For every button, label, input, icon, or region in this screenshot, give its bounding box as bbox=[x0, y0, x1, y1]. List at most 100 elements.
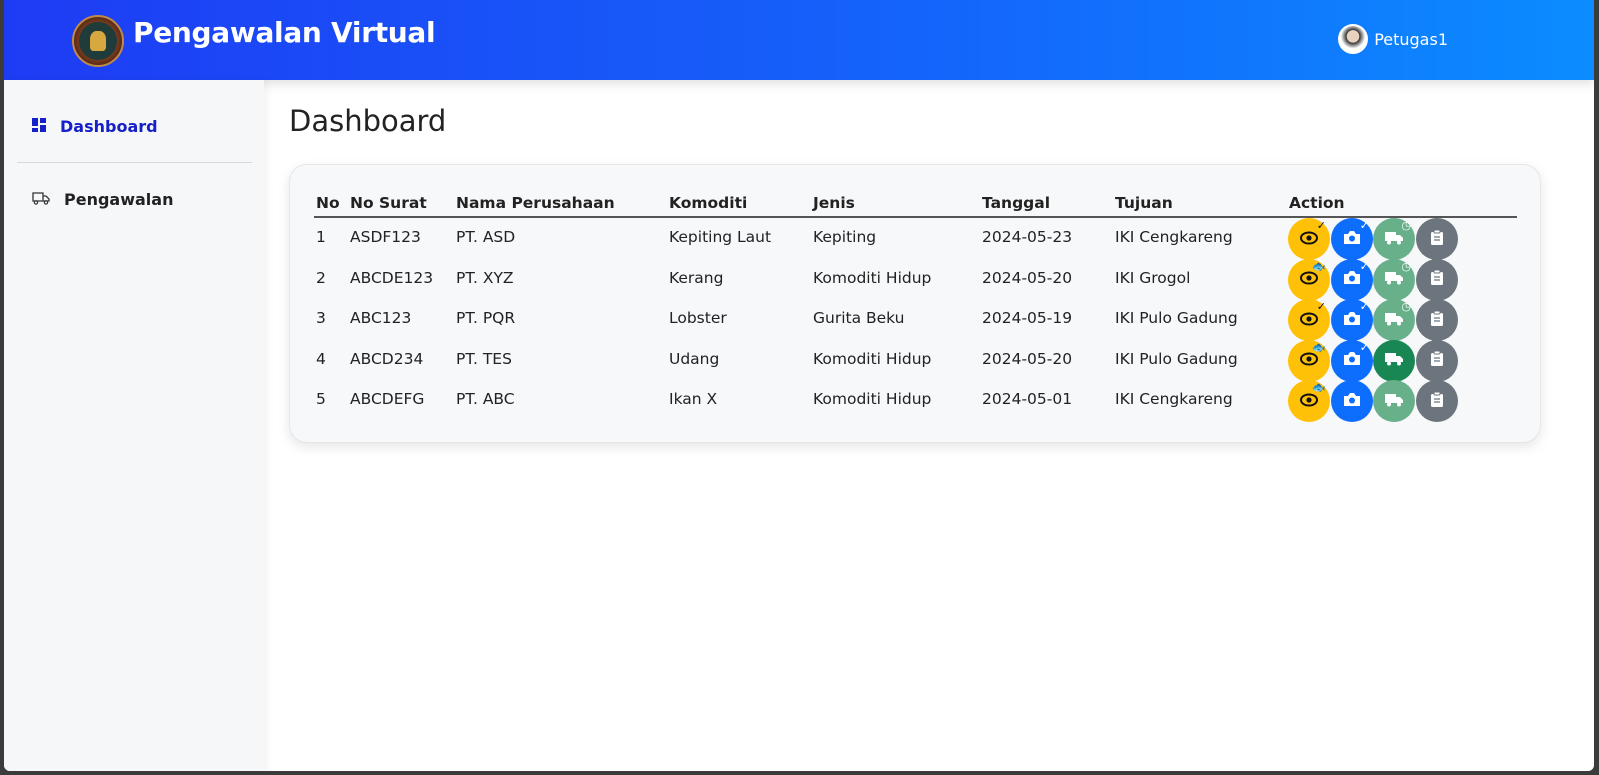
truck-icon bbox=[1384, 270, 1404, 289]
eye-icon bbox=[1300, 351, 1318, 370]
eye-icon bbox=[1300, 230, 1318, 249]
report-button[interactable] bbox=[1416, 380, 1458, 422]
clock-icon: ◷ bbox=[1401, 219, 1411, 232]
truck-icon bbox=[32, 190, 50, 209]
clipboard-icon bbox=[1431, 269, 1443, 289]
cell-tanggal: 2024-05-01 bbox=[982, 390, 1073, 408]
header-divider bbox=[314, 216, 1517, 218]
cell-komoditi: Ikan X bbox=[669, 390, 718, 408]
truck-icon bbox=[1384, 351, 1404, 370]
cell-jenis: Gurita Beku bbox=[813, 309, 905, 327]
check-icon: ✓ bbox=[1359, 259, 1369, 273]
col-header-perusahaan: Nama Perusahaan bbox=[456, 194, 615, 212]
cell-no: 2 bbox=[316, 268, 326, 287]
view-button[interactable]: ✓ bbox=[1288, 299, 1330, 341]
cell-perusahaan: PT. TES bbox=[456, 349, 512, 368]
col-header-no-surat: No Surat bbox=[350, 194, 427, 212]
photo-button[interactable]: ✓ bbox=[1331, 218, 1373, 260]
photo-button[interactable]: ✓ bbox=[1331, 339, 1373, 382]
check-icon: ✓ bbox=[1316, 300, 1326, 313]
app-window: Pengawalan Virtual Petugas1 Dashboard Pe… bbox=[4, 0, 1594, 771]
photo-button[interactable]: ✓ bbox=[1331, 258, 1373, 301]
cell-no-surat: ABC123 bbox=[350, 309, 412, 327]
col-header-tanggal: Tanggal bbox=[982, 194, 1051, 212]
sidebar: Dashboard Pengawalan bbox=[4, 80, 264, 771]
col-header-tujuan: Tujuan bbox=[1115, 194, 1173, 212]
cell-perusahaan: PT. ASD bbox=[456, 228, 516, 246]
eye-icon bbox=[1300, 392, 1318, 411]
clipboard-icon bbox=[1431, 391, 1443, 411]
cell-jenis: Komoditi Hidup bbox=[813, 349, 932, 368]
cell-komoditi: Udang bbox=[669, 349, 720, 368]
cell-no-surat: ABCD234 bbox=[350, 349, 424, 368]
avatar bbox=[1338, 24, 1369, 54]
escort-table-card: No No Surat Nama Perusahaan Komoditi Jen… bbox=[289, 164, 1541, 443]
cell-komoditi: Lobster bbox=[669, 309, 727, 327]
camera-icon bbox=[1343, 392, 1361, 411]
truck-icon bbox=[1384, 230, 1404, 249]
cell-no: 3 bbox=[316, 309, 326, 327]
shipment-button[interactable]: ◷ bbox=[1373, 218, 1415, 260]
view-button[interactable]: 🐟 bbox=[1288, 258, 1330, 301]
check-icon: ✓ bbox=[1359, 340, 1369, 354]
shipment-button[interactable] bbox=[1373, 339, 1415, 382]
user-menu[interactable]: Petugas1 bbox=[1338, 24, 1448, 54]
view-button[interactable]: ✓ bbox=[1288, 218, 1330, 260]
check-icon: ✓ bbox=[1359, 219, 1369, 232]
sidebar-item-label: Dashboard bbox=[60, 117, 158, 136]
view-button[interactable]: 🐟 bbox=[1288, 339, 1330, 382]
agency-logo bbox=[72, 15, 124, 67]
cell-jenis: Komoditi Hidup bbox=[813, 268, 932, 287]
cell-tanggal: 2024-05-20 bbox=[982, 349, 1073, 368]
report-button[interactable] bbox=[1416, 258, 1458, 301]
col-header-no: No bbox=[316, 194, 340, 212]
cell-tanggal: 2024-05-23 bbox=[982, 228, 1073, 246]
cell-no-surat: ABCDEFG bbox=[350, 390, 425, 408]
cell-perusahaan: PT. XYZ bbox=[456, 268, 514, 287]
dashboard-icon bbox=[32, 117, 46, 136]
camera-icon bbox=[1343, 351, 1361, 370]
eye-icon bbox=[1300, 270, 1318, 289]
sidebar-item-pengawalan[interactable]: Pengawalan bbox=[32, 190, 173, 209]
camera-icon bbox=[1343, 270, 1361, 289]
cell-komoditi: Kepiting Laut bbox=[669, 228, 772, 246]
clock-icon: ◷ bbox=[1401, 259, 1411, 273]
cell-no: 1 bbox=[316, 228, 326, 246]
fish-icon: 🐟 bbox=[1312, 381, 1326, 394]
check-icon: ✓ bbox=[1359, 300, 1369, 313]
report-button[interactable] bbox=[1416, 299, 1458, 341]
page-title: Dashboard bbox=[289, 104, 447, 138]
shipment-button[interactable] bbox=[1373, 380, 1415, 422]
col-header-komoditi: Komoditi bbox=[669, 194, 748, 212]
cell-tujuan: IKI Cengkareng bbox=[1115, 390, 1233, 408]
photo-button[interactable] bbox=[1331, 380, 1373, 422]
cell-no-surat: ASDF123 bbox=[350, 228, 421, 246]
cell-jenis: Komoditi Hidup bbox=[813, 390, 932, 408]
cell-tanggal: 2024-05-19 bbox=[982, 309, 1073, 327]
user-name: Petugas1 bbox=[1374, 29, 1448, 49]
cell-tujuan: IKI Cengkareng bbox=[1115, 228, 1233, 246]
check-icon: ✓ bbox=[1316, 219, 1326, 232]
cell-perusahaan: PT. PQR bbox=[456, 309, 516, 327]
col-header-action: Action bbox=[1289, 194, 1345, 212]
cell-tujuan: IKI Pulo Gadung bbox=[1115, 349, 1238, 368]
shipment-button[interactable]: ◷ bbox=[1373, 258, 1415, 301]
cell-no: 4 bbox=[316, 349, 326, 368]
cell-tujuan: IKI Grogol bbox=[1115, 268, 1191, 287]
sidebar-item-label: Pengawalan bbox=[64, 190, 174, 209]
clipboard-icon bbox=[1431, 350, 1443, 370]
camera-icon bbox=[1343, 230, 1361, 249]
cell-jenis: Kepiting bbox=[813, 228, 877, 246]
report-button[interactable] bbox=[1416, 218, 1458, 260]
report-button[interactable] bbox=[1416, 339, 1458, 382]
shipment-button[interactable]: ◷ bbox=[1373, 299, 1415, 341]
cell-no: 5 bbox=[316, 390, 326, 408]
fish-icon: 🐟 bbox=[1312, 340, 1326, 354]
clipboard-icon bbox=[1431, 229, 1443, 249]
sidebar-item-dashboard[interactable]: Dashboard bbox=[32, 117, 158, 136]
cell-tanggal: 2024-05-20 bbox=[982, 268, 1073, 287]
view-button[interactable]: 🐟 bbox=[1288, 380, 1330, 422]
photo-button[interactable]: ✓ bbox=[1331, 299, 1373, 341]
truck-icon bbox=[1384, 392, 1404, 411]
fish-icon: 🐟 bbox=[1312, 259, 1326, 273]
